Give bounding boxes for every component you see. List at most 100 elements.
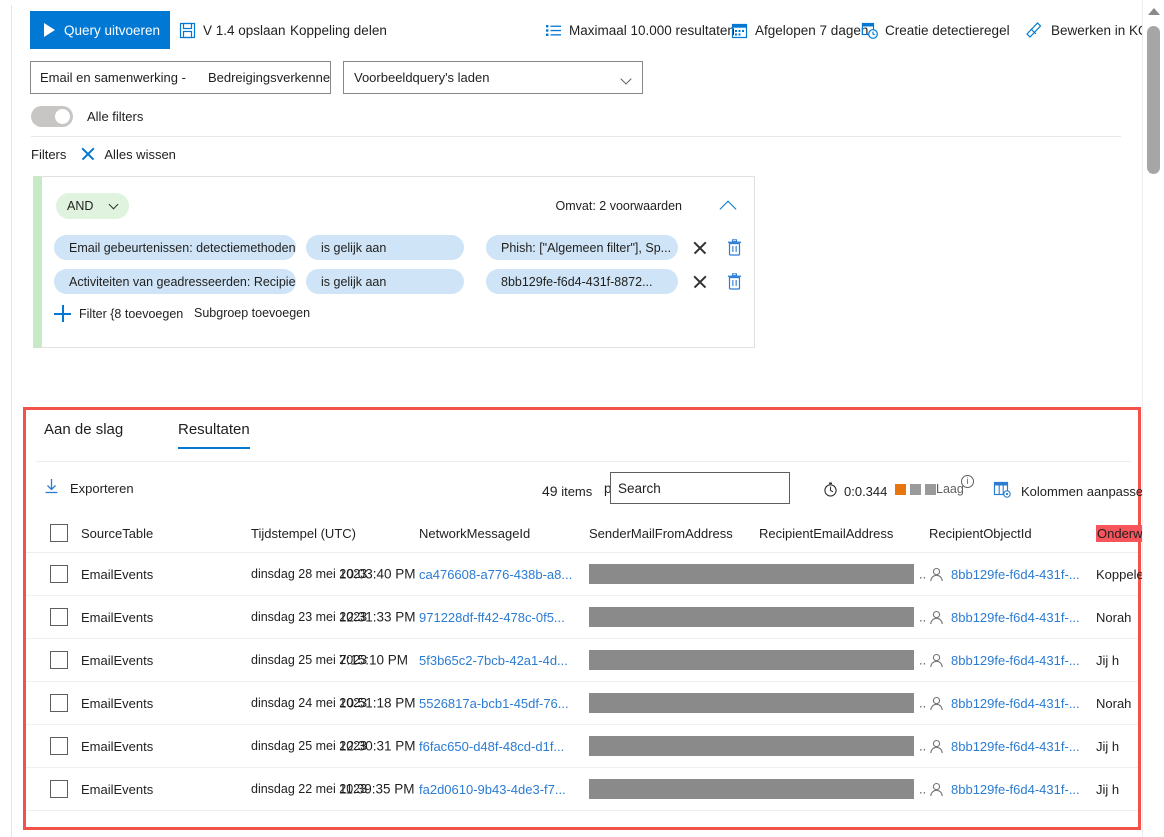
cell-recipientobjectid[interactable]: 8bb129fe-f6d4-431f-... xyxy=(929,725,1094,767)
customize-columns-button[interactable]: Kolommen aanpassen xyxy=(993,481,1150,501)
app-window: Query uitvoeren V 1.4 opslaan Koppeling … xyxy=(0,0,1164,837)
cell-recipientobjectid[interactable]: 8bb129fe-f6d4-431f-... xyxy=(929,639,1094,681)
cell-recipientobjectid[interactable]: 8bb129fe-f6d4-431f-... xyxy=(929,768,1094,810)
export-button[interactable]: Exporteren xyxy=(44,478,134,498)
time-range-button[interactable]: Afgelopen 7 dagen xyxy=(731,11,868,49)
collapse-group-icon[interactable] xyxy=(719,200,737,218)
row-checkbox[interactable] xyxy=(50,608,68,626)
row-select-cell xyxy=(50,553,72,595)
clear-filter-row-icon[interactable] xyxy=(692,240,708,256)
severity-label: Laag xyxy=(936,482,964,496)
clear-all-icon[interactable] xyxy=(80,146,96,162)
row-checkbox[interactable] xyxy=(50,780,68,798)
recipientobjectid-link[interactable]: 8bb129fe-f6d4-431f-... xyxy=(951,567,1080,582)
person-icon xyxy=(929,782,944,797)
search-input[interactable] xyxy=(611,473,789,503)
row-checkbox[interactable] xyxy=(50,565,68,583)
cell-timestamp: dinsdag 25 mei 2023 7:15:10 PM xyxy=(251,639,446,681)
cell-networkmessageid[interactable]: fa2d0610-9b43-4de3-f7... xyxy=(419,768,589,810)
logical-operator-label: AND xyxy=(67,199,94,213)
share-link-button[interactable]: Koppeling delen xyxy=(290,11,387,49)
info-icon[interactable]: i xyxy=(961,475,974,488)
column-header-networkmessageid[interactable]: NetworkMessageId xyxy=(419,514,589,552)
create-detection-rule-button[interactable]: Creatie detectieregel xyxy=(861,11,1010,49)
tab-aan-de-slag[interactable]: Aan de slag xyxy=(44,421,123,449)
tab-resultaten[interactable]: Resultaten xyxy=(178,421,250,449)
add-subgroup-label[interactable]: Subgroep toevoegen xyxy=(194,306,310,320)
filter-field-chip[interactable]: Activiteiten van geadresseerden: Recipie… xyxy=(54,269,296,294)
clear-all-label[interactable]: Alles wissen xyxy=(104,147,176,162)
cell-recipientobjectid[interactable]: 8bb129fe-f6d4-431f-... xyxy=(929,596,1094,638)
cell-timestamp: dinsdag 28 mei 2023 10:03:40 PM xyxy=(251,553,446,595)
filter-field-chip[interactable]: Email gebeurtenissen: detectiemethoden xyxy=(54,235,296,260)
cell-networkmessageid[interactable]: 5f3b65c2-7bcb-42a1-4d... xyxy=(419,639,589,681)
recipientobjectid-link[interactable]: 8bb129fe-f6d4-431f-... xyxy=(951,610,1080,625)
column-header-sourcetable[interactable]: SourceTable xyxy=(81,514,261,552)
filter-value-chip[interactable]: 8bb129fe-f6d4-431f-8872... xyxy=(486,269,678,294)
cell-networkmessageid[interactable]: f6fac650-d48f-48cd-d1f... xyxy=(419,725,589,767)
table-row[interactable]: EmailEvents dinsdag 28 mei 2023 10:03:40 P… xyxy=(26,553,1151,596)
column-header-timestamp[interactable]: Tijdstempel (UTC) xyxy=(251,514,446,552)
recipientobjectid-link[interactable]: 8bb129fe-f6d4-431f-... xyxy=(951,653,1080,668)
table-row[interactable]: EmailEvents dinsdag 25 mei 2023 12:30:31 P… xyxy=(26,725,1164,768)
run-query-button[interactable]: Query uitvoeren xyxy=(30,11,170,49)
cell-networkmessageid[interactable]: ca476608-a776-438b-a8... xyxy=(419,553,589,595)
redacted-email-bar xyxy=(589,693,914,713)
add-filter-label[interactable]: Filter {8 toevoegen xyxy=(79,307,183,321)
filter-operator-chip[interactable]: is gelijk aan xyxy=(306,269,464,294)
cell-sourcetable: EmailEvents xyxy=(81,652,154,668)
cell-networkmessageid[interactable]: 971228df-ff42-478c-0f5... xyxy=(419,596,589,638)
cell-networkmessageid[interactable]: 5526817a-bcb1-45df-76... xyxy=(419,682,589,724)
max-results-button[interactable]: Maximaal 10.000 resultaten xyxy=(545,11,735,49)
delete-filter-row-icon[interactable] xyxy=(727,239,742,256)
save-query-button[interactable]: V 1.4 opslaan xyxy=(179,11,286,49)
scope-selector[interactable]: Email en samenwerking - Bedreigingsverke… xyxy=(30,61,331,94)
redacted-email-bar xyxy=(589,650,914,670)
clear-filter-row-icon[interactable] xyxy=(692,274,708,290)
column-header-recipientobjectid[interactable]: RecipientObjectId xyxy=(929,514,1094,552)
recipientobjectid-link[interactable]: 8bb129fe-f6d4-431f-... xyxy=(951,782,1080,797)
search-box[interactable] xyxy=(610,472,790,504)
row-checkbox[interactable] xyxy=(50,694,68,712)
results-panel: Aan de slag Resultaten Exporteren 49 ite… xyxy=(23,407,1164,830)
scrollbar-thumb[interactable] xyxy=(1147,26,1160,174)
person-icon xyxy=(929,567,944,582)
recipientobjectid-link[interactable]: 8bb129fe-f6d4-431f-... xyxy=(951,696,1080,711)
timestamp-time: 12:31:33 PM xyxy=(339,609,416,625)
save-disk-icon xyxy=(179,22,196,39)
table-row[interactable]: EmailEvents dinsdag 22 mei 2023 11:39:35 P… xyxy=(26,768,1164,811)
plus-icon[interactable] xyxy=(54,305,71,322)
sample-query-dropdown[interactable]: Voorbeeldquery's laden xyxy=(343,61,643,94)
select-all-checkbox[interactable] xyxy=(50,524,68,542)
edit-in-kql-button[interactable]: Bewerken in KQL xyxy=(1025,11,1156,49)
row-checkbox[interactable] xyxy=(50,651,68,669)
filter-value-chip[interactable]: Phish: ["Algemeen filter"], Sp... xyxy=(486,235,678,260)
select-all-cell xyxy=(50,514,72,552)
item-count-word: items xyxy=(561,484,593,499)
item-count-number: 49 xyxy=(542,483,558,499)
columns-icon xyxy=(993,481,1011,501)
export-label: Exporteren xyxy=(70,480,134,496)
cell-recipientobjectid[interactable]: 8bb129fe-f6d4-431f-... xyxy=(929,682,1094,724)
recipientobjectid-link[interactable]: 8bb129fe-f6d4-431f-... xyxy=(951,739,1080,754)
vertical-scrollbar[interactable] xyxy=(1142,0,1164,837)
row-select-cell xyxy=(50,596,72,638)
save-query-label: V 1.4 opslaan xyxy=(203,22,286,38)
table-row[interactable]: EmailEvents dinsdag 23 mei 2023 12:31:33 P… xyxy=(26,596,1138,639)
time-range-label: Afgelopen 7 dagen xyxy=(755,22,869,38)
redacted-overflow-dots: .. xyxy=(919,566,927,582)
column-header-recipientemailaddress[interactable]: RecipientEmailAddress xyxy=(759,514,919,552)
column-header-sendermailfromaddress[interactable]: SenderMailFromAddress xyxy=(589,514,734,552)
logical-operator-dropdown[interactable]: AND xyxy=(56,193,129,219)
table-row[interactable]: EmailEvents dinsdag 25 mei 2023 7:15:10 PM… xyxy=(26,639,1164,682)
cell-recipientobjectid[interactable]: 8bb129fe-f6d4-431f-... xyxy=(929,553,1094,595)
table-row[interactable]: EmailEvents dinsdag 24 mei 2023 10:51:18 P… xyxy=(26,682,1138,725)
filter-operator-chip[interactable]: is gelijk aan xyxy=(306,235,464,260)
timestamp-time: 10:03:40 PM xyxy=(339,566,416,582)
scroll-up-arrow-icon[interactable] xyxy=(1148,8,1160,15)
redacted-overflow-dots: .. xyxy=(919,695,927,711)
delete-filter-row-icon[interactable] xyxy=(727,273,742,290)
all-filters-toggle[interactable] xyxy=(31,106,73,127)
chevron-down-icon xyxy=(620,73,632,85)
row-checkbox[interactable] xyxy=(50,737,68,755)
